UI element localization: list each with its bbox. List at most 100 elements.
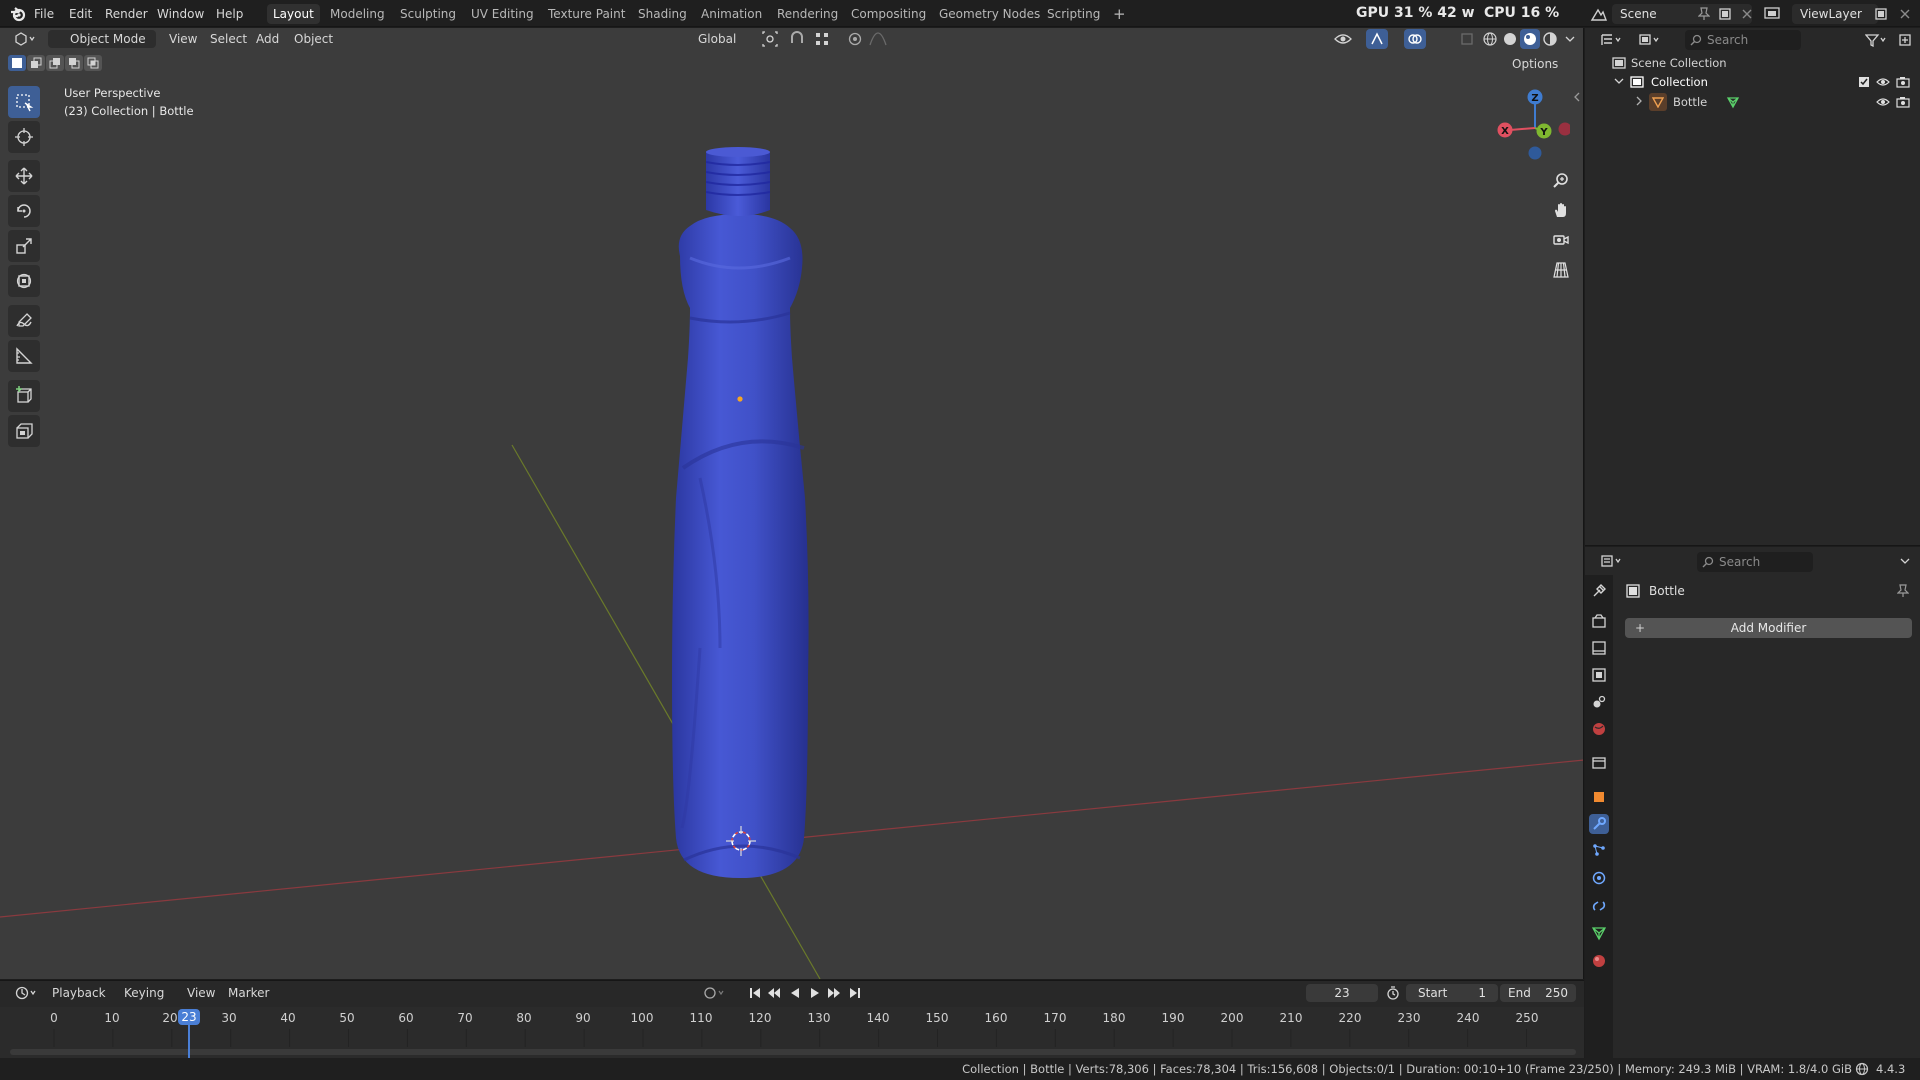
add-workspace-button[interactable]: + (1107, 4, 1132, 24)
delete-scene-icon[interactable] (1738, 5, 1756, 23)
blender-logo-icon[interactable] (8, 4, 28, 24)
collection-expand-icon[interactable] (1613, 75, 1625, 87)
view-layer-tab-icon[interactable] (1589, 665, 1609, 685)
timeline-editor-icon[interactable] (12, 984, 40, 1002)
menu-view[interactable]: View (169, 30, 197, 48)
bottle-label[interactable]: Bottle (1673, 95, 1707, 109)
tab-modeling[interactable]: Modeling (324, 4, 391, 24)
new-collection-icon[interactable] (1895, 30, 1915, 50)
filter-icon[interactable] (1861, 30, 1891, 50)
jump-end-icon[interactable] (846, 985, 864, 1001)
falloff-icon[interactable] (866, 30, 890, 48)
playback-menu[interactable]: Playback (52, 984, 120, 1002)
menu-object[interactable]: Object (294, 30, 333, 48)
xray-icon[interactable] (1456, 30, 1478, 48)
prev-keyframe-icon[interactable] (765, 985, 783, 1001)
camera-view-icon[interactable] (1548, 227, 1574, 253)
tab-uv-editing[interactable]: UV Editing (465, 4, 540, 24)
current-frame-field[interactable]: 23 (1306, 984, 1378, 1002)
tab-texture-paint[interactable]: Texture Paint (542, 4, 631, 24)
properties-pin-icon[interactable] (1895, 583, 1911, 599)
rendered-shading-icon[interactable] (1540, 30, 1560, 48)
collection-label[interactable]: Collection (1651, 75, 1708, 89)
display-mode-icon[interactable] (1635, 30, 1663, 50)
auto-keying-icon[interactable] (700, 985, 728, 1001)
menu-render[interactable]: Render (105, 5, 148, 23)
tool-tab-icon[interactable] (1589, 581, 1609, 601)
proportional-edit-icon[interactable] (844, 30, 866, 48)
output-tab-icon[interactable] (1589, 638, 1609, 658)
add-cube-tool[interactable] (8, 380, 40, 412)
start-frame-field[interactable]: Start 1 (1406, 984, 1498, 1002)
delete-view-layer-icon[interactable] (1896, 5, 1914, 23)
outliner-editor-icon[interactable] (1597, 30, 1625, 50)
tab-layout[interactable]: Layout (267, 4, 320, 24)
collection-checkbox[interactable] (1857, 75, 1871, 89)
snap-icon[interactable] (786, 30, 808, 48)
wireframe-shading-icon[interactable] (1480, 30, 1500, 48)
tab-animation[interactable]: Animation (695, 4, 768, 24)
new-scene-icon[interactable] (1716, 5, 1734, 23)
transform-orientation-dropdown[interactable]: Global (670, 30, 750, 48)
snap-target-icon[interactable] (810, 30, 834, 48)
material-shading-icon[interactable] (1520, 29, 1540, 49)
play-icon[interactable] (806, 985, 824, 1001)
scene-icon[interactable] (1588, 5, 1610, 23)
pan-hand-icon[interactable] (1548, 197, 1574, 223)
annotate-tool[interactable] (8, 305, 40, 337)
jump-start-icon[interactable] (746, 985, 764, 1001)
tab-shading[interactable]: Shading (632, 4, 693, 24)
cursor-tool[interactable] (8, 121, 40, 153)
modifier-tab-icon[interactable] (1589, 814, 1609, 834)
zoom-icon[interactable] (1548, 167, 1574, 193)
tab-scripting[interactable]: Scripting (1041, 4, 1106, 24)
extrude-tool[interactable] (8, 415, 40, 447)
data-tab-icon[interactable] (1589, 923, 1609, 943)
gizmo-toggle-icon[interactable] (1366, 29, 1388, 49)
transform-tool[interactable] (8, 265, 40, 297)
next-keyframe-icon[interactable] (825, 985, 843, 1001)
bottle-expand-icon[interactable] (1633, 95, 1645, 107)
tab-compositing[interactable]: Compositing (845, 4, 932, 24)
move-tool[interactable] (8, 160, 40, 192)
marker-menu[interactable]: Marker (228, 984, 269, 1002)
tab-geometry-nodes[interactable]: Geometry Nodes (933, 4, 1046, 24)
menu-file[interactable]: File (34, 5, 54, 23)
scale-tool[interactable] (8, 230, 40, 262)
collection-eye-icon[interactable] (1875, 75, 1891, 89)
render-tab-icon[interactable] (1589, 611, 1609, 631)
select-mode-subtract-icon[interactable] (46, 55, 64, 71)
object-tab-icon[interactable] (1589, 787, 1609, 807)
options-dropdown[interactable]: Options (1512, 55, 1572, 73)
add-modifier-button[interactable]: + Add Modifier (1625, 618, 1912, 638)
collection-tab-icon[interactable] (1589, 753, 1609, 773)
collapse-arrow-icon[interactable] (1572, 90, 1582, 104)
mesh-data-icon[interactable] (1725, 94, 1741, 110)
properties-options-icon[interactable] (1897, 553, 1913, 569)
bottle-camera-icon[interactable] (1895, 95, 1911, 109)
menu-help[interactable]: Help (216, 5, 243, 23)
tab-sculpting[interactable]: Sculpting (394, 4, 462, 24)
select-mode-intersect-icon[interactable] (84, 55, 102, 71)
select-mode-new-icon[interactable] (8, 55, 26, 71)
constraints-tab-icon[interactable] (1589, 896, 1609, 916)
pin-icon[interactable] (1696, 6, 1712, 22)
shading-dropdown-icon[interactable] (1562, 30, 1578, 48)
properties-editor-icon[interactable] (1597, 551, 1625, 571)
overlays-icon[interactable] (1404, 29, 1426, 49)
pivot-icon[interactable] (758, 30, 782, 48)
menu-add[interactable]: Add (256, 30, 279, 48)
mode-dropdown[interactable]: Object Mode (48, 30, 156, 48)
physics-tab-icon[interactable] (1589, 868, 1609, 888)
keying-menu[interactable]: Keying (124, 984, 178, 1002)
material-tab-icon[interactable] (1589, 951, 1609, 971)
visibility-icon[interactable] (1330, 30, 1356, 48)
end-frame-field[interactable]: End 250 (1500, 984, 1576, 1002)
editor-type-icon[interactable] (12, 30, 38, 48)
rotate-tool[interactable] (8, 195, 40, 227)
3d-viewport[interactable]: Object Mode View Select Add Object Globa… (0, 28, 1584, 979)
world-tab-icon[interactable] (1589, 719, 1609, 739)
measure-tool[interactable] (8, 340, 40, 372)
navigation-gizmo[interactable]: Z X Y (1490, 83, 1570, 163)
solid-shading-icon[interactable] (1500, 30, 1520, 48)
